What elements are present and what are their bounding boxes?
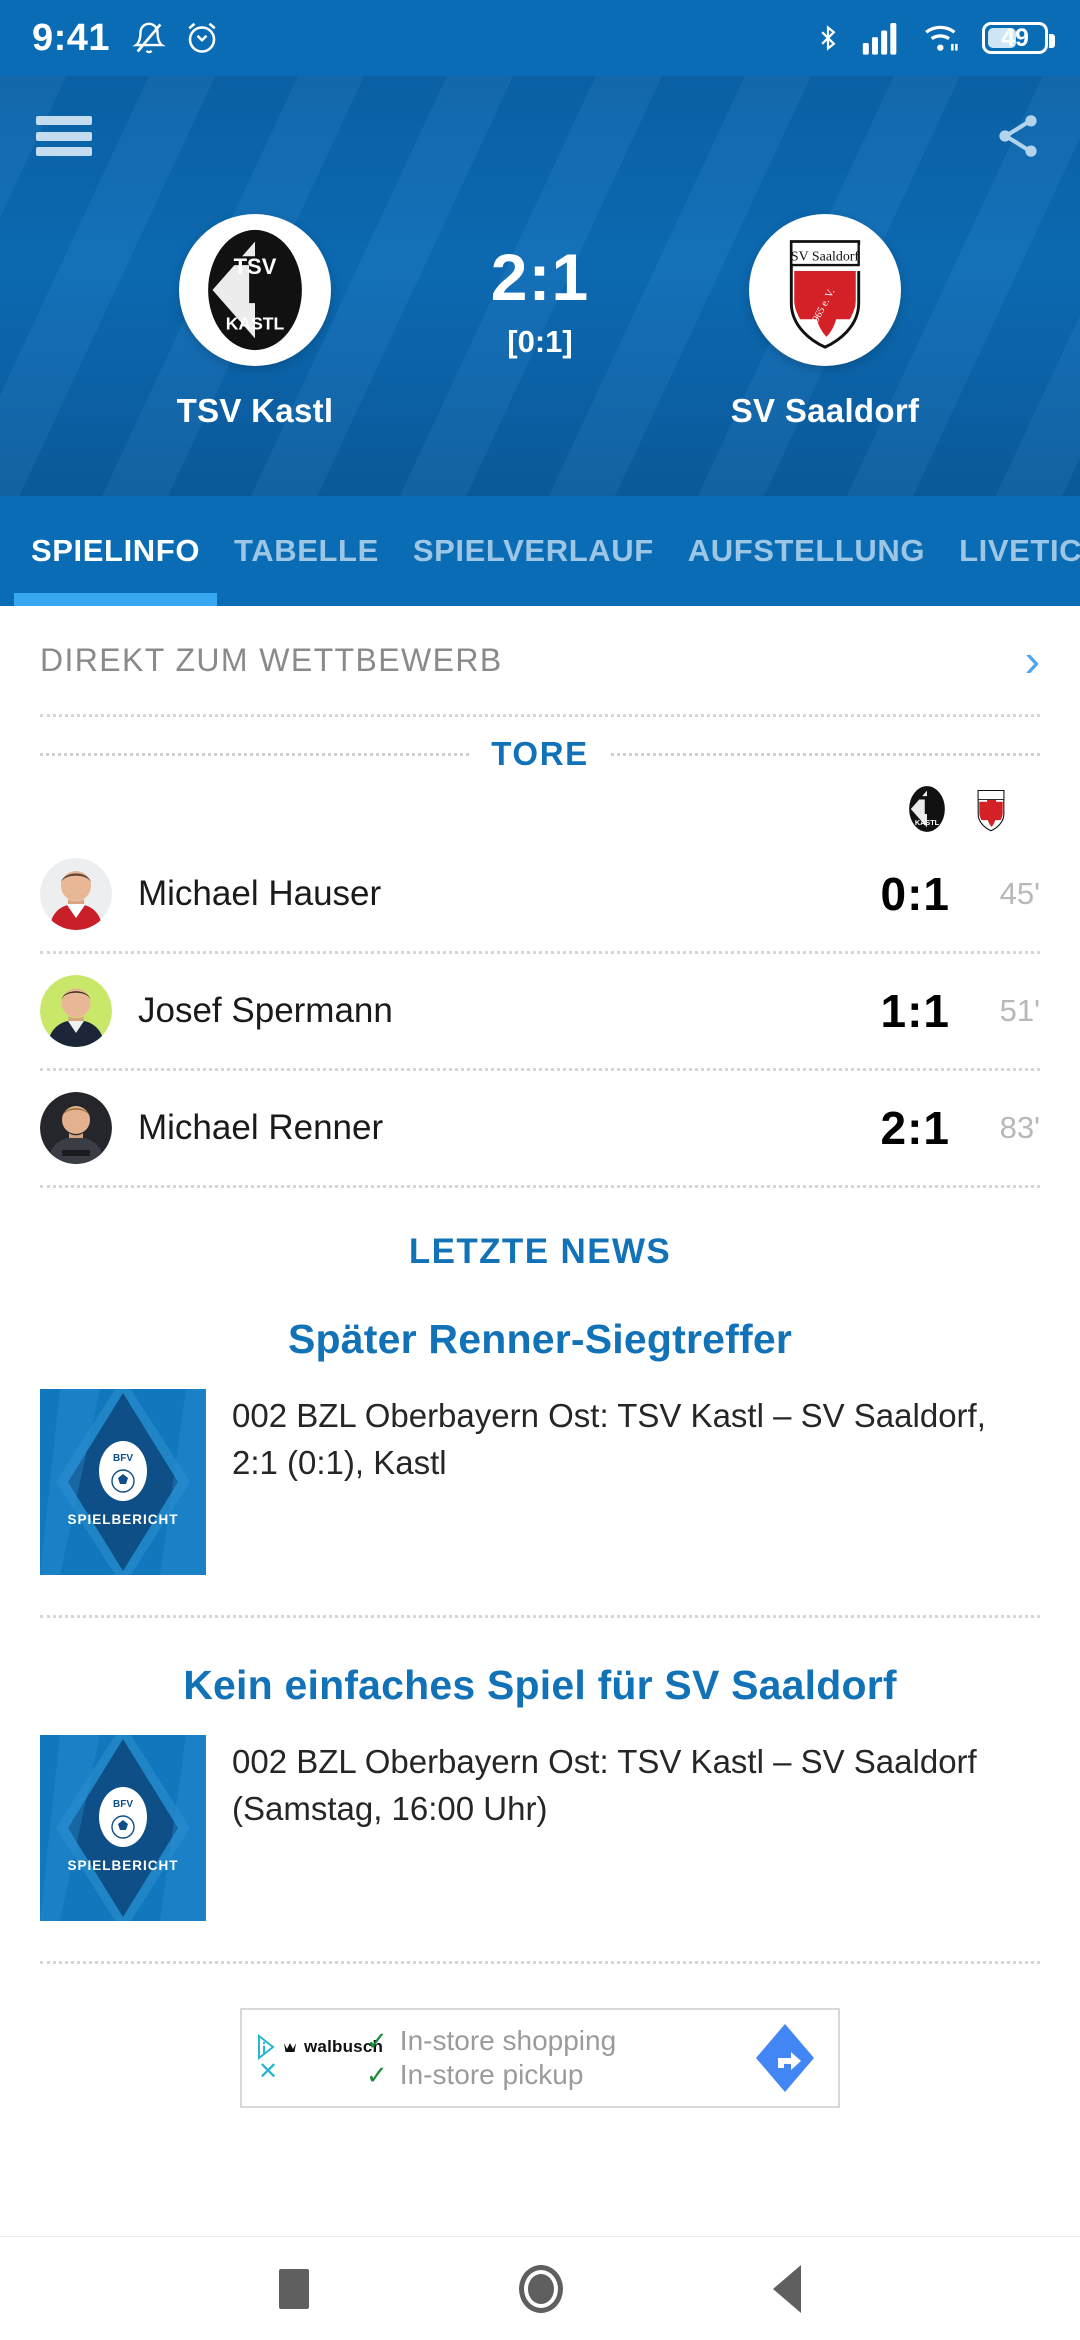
news-section-title: LETZTE NEWS: [408, 1232, 672, 1271]
tab-bar: SPIELINFO TABELLE SPIELVERLAUF AUFSTELLU…: [0, 496, 1080, 606]
tab-spielverlauf[interactable]: SPIELVERLAUF: [396, 496, 671, 606]
recents-button[interactable]: [279, 2268, 309, 2309]
svg-text:SV Saaldorf: SV Saaldorf: [791, 250, 859, 265]
battery-icon: 49: [982, 22, 1055, 54]
check-icon: ✓: [366, 2026, 388, 2056]
news-thumbnail: BFV SPIELBERICHT: [40, 1389, 206, 1575]
tsv-kastl-crest: TSV KASTL: [179, 214, 331, 366]
divider: [40, 1615, 1040, 1618]
news-headline: Kein einfaches Spiel für SV Saaldorf: [183, 1662, 897, 1708]
svg-text:TSV: TSV: [234, 254, 277, 279]
player-avatar-renner: [40, 1092, 112, 1164]
score-box: 2:1 [0:1]: [420, 214, 660, 360]
notifications-silenced-icon: [132, 22, 166, 54]
player-avatar-spermann: [40, 975, 112, 1047]
status-bar: 9:41 49: [0, 0, 1080, 76]
divider: [40, 1185, 1040, 1188]
goal-score: 0:1: [880, 868, 950, 920]
goal-scorer-name: Michael Hauser: [138, 874, 382, 913]
goal-minute: 51': [999, 993, 1040, 1028]
match-score: 2:1: [490, 240, 590, 314]
goal-scorer-name: Michael Renner: [138, 1108, 384, 1147]
goal-scorer-name: Josef Spermann: [138, 991, 393, 1030]
halftime-score: [0:1]: [507, 324, 573, 359]
svg-text:SPIELBERICHT: SPIELBERICHT: [67, 1512, 178, 1527]
phone-screen: 9:41 49 TSV KASTL TSV Kastl 2:1 [0:1] SV…: [0, 0, 1080, 2340]
match-header: TSV KASTL TSV Kastl 2:1 [0:1] SV Saaldor…: [0, 76, 1080, 496]
wifi-icon: [925, 25, 958, 51]
goals-section-header: TORE: [40, 735, 1041, 773]
goal-score: 1:1: [880, 985, 950, 1037]
status-bar-right-icons: 49: [814, 19, 1055, 57]
goal-row[interactable]: Josef Spermann 1:1 51': [0, 954, 1080, 1068]
home-team[interactable]: TSV KASTL TSV Kastl: [90, 214, 420, 430]
battery-level: 49: [1001, 23, 1029, 52]
ad-line-1: In-store shopping: [399, 2025, 617, 2056]
match-summary: TSV KASTL TSV Kastl 2:1 [0:1] SV Saaldor…: [0, 196, 1080, 430]
ad-cta[interactable]: [746, 2022, 824, 2094]
walbusch-logo-icon: [284, 2043, 296, 2053]
news-text: 002 BZL Oberbayern Ost: TSV Kastl – SV S…: [232, 1397, 986, 1481]
away-team-name: SV Saaldorf: [730, 392, 920, 429]
goal-minute: 83': [999, 1110, 1040, 1145]
svg-text:BFV: BFV: [113, 1799, 133, 1810]
status-bar-left-icons: [132, 19, 220, 57]
ad-info-icon[interactable]: [256, 2034, 276, 2061]
ad-line-2: In-store pickup: [399, 2059, 584, 2090]
status-bar-clock: 9:41: [32, 16, 111, 59]
news-thumbnail: BFV SPIELBERICHT: [40, 1735, 206, 1921]
header-toolbar: [0, 76, 1080, 196]
chevron-right-icon: ›: [1024, 634, 1040, 686]
hamburger-menu-icon[interactable]: [36, 116, 92, 156]
share-icon[interactable]: [992, 108, 1044, 164]
svg-text:KASTL: KASTL: [915, 818, 940, 827]
bluetooth-icon: [821, 25, 836, 51]
competition-link[interactable]: DIREKT ZUM WETTBEWERB ›: [0, 606, 1080, 714]
directions-arrow-icon[interactable]: [754, 2022, 816, 2094]
news-item[interactable]: Kein einfaches Spiel für SV Saaldorf BFV…: [0, 1662, 1080, 1921]
tsv-kastl-mini-crest: KASTL: [909, 786, 945, 832]
sv-saaldorf-crest: SV Saaldorf 1965 e. V.: [749, 214, 901, 366]
close-icon[interactable]: ✕: [258, 2060, 278, 2084]
goal-minute: 45': [999, 876, 1040, 911]
tab-aufstellung[interactable]: AUFSTELLUNG: [671, 496, 942, 606]
news-text: 002 BZL Oberbayern Ost: TSV Kastl – SV S…: [232, 1743, 977, 1827]
back-button[interactable]: [773, 2264, 801, 2313]
svg-text:KASTL: KASTL: [226, 314, 285, 334]
home-team-name: TSV Kastl: [176, 392, 334, 429]
advertisement[interactable]: walbusch ✕ ✓ In-store shopping ✓ In-stor…: [0, 1964, 1080, 2108]
tab-tabelle[interactable]: TABELLE: [217, 496, 396, 606]
ad-copy: ✓ In-store shopping ✓ In-store pickup: [366, 2025, 746, 2091]
goals-section-title: TORE: [491, 735, 589, 772]
goal-score: 2:1: [880, 1102, 950, 1154]
goal-row[interactable]: Michael Hauser 0:1 45': [0, 837, 1080, 951]
sv-saaldorf-mini-crest: [977, 790, 1005, 832]
check-icon: ✓: [366, 2060, 388, 2090]
android-navigation-bar: [0, 2236, 1080, 2340]
divider: [40, 714, 1040, 717]
signal-icon: [862, 23, 897, 55]
home-button[interactable]: [519, 2264, 563, 2313]
goals-team-crests: KASTL: [0, 773, 1080, 837]
main-content: DIREKT ZUM WETTBEWERB › TORE KASTL Micha…: [0, 606, 1080, 2108]
ad-branding: walbusch ✕: [256, 2034, 383, 2084]
player-avatar-hauser: [40, 858, 112, 930]
tab-spielinfo[interactable]: SPIELINFO: [14, 496, 218, 606]
news-item[interactable]: Später Renner-Siegtreffer BFV SPIELBERIC…: [0, 1316, 1080, 1575]
news-headline: Später Renner-Siegtreffer: [288, 1316, 792, 1362]
competition-link-label: DIREKT ZUM WETTBEWERB: [40, 641, 503, 678]
away-team[interactable]: SV Saaldorf 1965 e. V. SV Saaldorf: [660, 214, 990, 430]
goal-row[interactable]: Michael Renner 2:1 83': [0, 1071, 1080, 1185]
alarm-icon: [188, 22, 216, 53]
svg-text:SPIELBERICHT: SPIELBERICHT: [67, 1858, 178, 1873]
tab-liveticker[interactable]: LIVETICKER: [942, 496, 1080, 606]
svg-text:BFV: BFV: [113, 1453, 133, 1464]
